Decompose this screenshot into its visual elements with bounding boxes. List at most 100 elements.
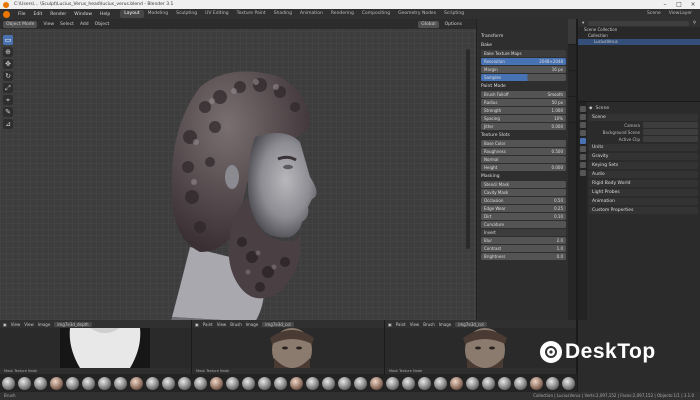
material-tab-icon[interactable] xyxy=(579,170,586,176)
npanel-field[interactable]: Normal xyxy=(481,156,566,163)
viewport-menu-select[interactable]: Select xyxy=(60,22,74,27)
brush-preset-icon[interactable] xyxy=(226,376,239,390)
workspace-tab-animation[interactable]: Animation xyxy=(296,10,327,18)
npanel-field[interactable]: Resolution 2048×2048 xyxy=(481,58,566,65)
viewport-scrollbar[interactable] xyxy=(466,49,470,249)
npanel-field[interactable]: Cavity Mask xyxy=(481,189,566,196)
menu-window[interactable]: Window xyxy=(70,12,96,17)
editor-type-icon[interactable]: ▣ xyxy=(388,322,392,327)
rotate-icon[interactable]: ↻ xyxy=(3,71,13,81)
workspace-tab-geometry-nodes[interactable]: Geometry Nodes xyxy=(394,10,440,18)
view-layer-selector[interactable]: ViewLayer xyxy=(665,10,696,18)
image-editor-1[interactable]: ▣ View View Image img7e3d_depth Mask Tex… xyxy=(0,320,192,374)
sidebar-tab-tool[interactable] xyxy=(568,45,576,71)
tool-tab-icon[interactable] xyxy=(579,106,586,112)
render-tab-icon[interactable] xyxy=(579,114,586,120)
brush-preset-icon[interactable] xyxy=(354,376,367,390)
npanel-field[interactable]: Radius 50 px xyxy=(481,99,566,106)
properties-field-input[interactable] xyxy=(643,136,698,142)
npanel-field[interactable]: Brightness 0.0 xyxy=(481,253,566,260)
npanel-field[interactable]: Roughness 0.500 xyxy=(481,148,566,155)
brush-preset-icon[interactable] xyxy=(146,376,159,390)
npanel-field[interactable]: Invert xyxy=(481,229,566,236)
minimize-button[interactable]: – xyxy=(658,0,672,9)
world-tab-icon[interactable] xyxy=(579,146,586,152)
npanel-section-header[interactable]: Bake xyxy=(481,42,566,49)
brush-preset-icon[interactable] xyxy=(194,376,207,390)
brush-preset-icon[interactable] xyxy=(482,376,495,390)
properties-field-input[interactable] xyxy=(643,122,698,128)
modifier-tab-icon[interactable] xyxy=(579,162,586,168)
properties-section-header[interactable]: Custom Properties xyxy=(589,207,698,214)
brush-preset-icon[interactable] xyxy=(34,376,47,390)
sidebar-tab-item[interactable] xyxy=(568,19,576,45)
image-editor-view-mode[interactable]: Paint xyxy=(203,322,213,327)
npanel-section-header[interactable]: Transform xyxy=(481,33,566,40)
brush-preset-icon[interactable] xyxy=(418,376,431,390)
brush-preset-icon[interactable] xyxy=(466,376,479,390)
3d-viewport[interactable]: Object Mode View Select Add Object Globa… xyxy=(0,19,476,327)
image-editor-menu-image[interactable]: Image xyxy=(246,322,259,327)
brush-preset-icon[interactable] xyxy=(386,376,399,390)
brush-preset-icon[interactable] xyxy=(130,376,143,390)
brush-preset-icon[interactable] xyxy=(50,376,63,390)
image-editor-menu-view[interactable]: View xyxy=(410,322,420,327)
scene-selector[interactable]: Scene xyxy=(643,10,665,18)
view-layer-tab-icon[interactable] xyxy=(579,130,586,136)
image-editor-view-mode[interactable]: Paint xyxy=(396,322,406,327)
npanel-field[interactable]: Contrast 1.0 xyxy=(481,245,566,252)
viewport-options-button[interactable]: Options xyxy=(445,22,462,27)
editor-type-icon[interactable]: ▣ xyxy=(195,322,199,327)
properties-section-header[interactable]: Animation xyxy=(589,198,698,205)
npanel-field[interactable]: Blur 2.0 xyxy=(481,237,566,244)
workspace-tab-uv-editing[interactable]: UV Editing xyxy=(201,10,232,18)
editor-type-icon[interactable]: ▣ xyxy=(3,322,7,327)
brush-preset-icon[interactable] xyxy=(498,376,511,390)
annotate-icon[interactable]: ✎ xyxy=(3,107,13,117)
npanel-field[interactable]: Edge Wear 0.25 xyxy=(481,205,566,212)
brush-preset-icon[interactable] xyxy=(18,376,31,390)
menu-render[interactable]: Render xyxy=(46,12,70,17)
scale-icon[interactable]: ⤢ xyxy=(3,83,13,93)
image-editor-menu-view[interactable]: View xyxy=(217,322,227,327)
brush-preset-icon[interactable] xyxy=(306,376,319,390)
scene-tab-icon[interactable] xyxy=(579,138,586,144)
menu-help[interactable]: Help xyxy=(96,12,114,17)
bust-model[interactable] xyxy=(160,67,340,327)
brush-preset-icon[interactable] xyxy=(258,376,271,390)
properties-section-header[interactable]: Audio xyxy=(589,171,698,178)
workspace-tab-rendering[interactable]: Rendering xyxy=(327,10,358,18)
brush-preset-icon[interactable] xyxy=(322,376,335,390)
outliner-filter-icon[interactable]: ▾ xyxy=(582,21,584,26)
image-editor-menu-image[interactable]: Image xyxy=(38,322,51,327)
object-tab-icon[interactable] xyxy=(579,154,586,160)
properties-section-header[interactable]: Keying Sets xyxy=(589,162,698,169)
brush-preset-icon[interactable] xyxy=(338,376,351,390)
output-tab-icon[interactable] xyxy=(579,122,586,128)
image-editor-menu-brush[interactable]: Brush xyxy=(423,322,435,327)
brush-preset-icon[interactable] xyxy=(530,376,543,390)
transform-icon[interactable]: ⌖ xyxy=(3,95,13,105)
npanel-field[interactable]: Dirt 0.10 xyxy=(481,213,566,220)
brush-preset-icon[interactable] xyxy=(402,376,415,390)
image-name-field[interactable]: img7e3d_col xyxy=(262,321,294,327)
npanel-section-header[interactable]: Texture Slots xyxy=(481,132,566,139)
image-name-field[interactable]: img7e3d_depth xyxy=(54,321,92,327)
select-box-icon[interactable]: ▭ xyxy=(3,35,13,45)
properties-section-header[interactable]: Light Probes xyxy=(589,189,698,196)
brush-preset-icon[interactable] xyxy=(434,376,447,390)
workspace-tab-compositing[interactable]: Compositing xyxy=(358,10,394,18)
npanel-field[interactable]: Curvature xyxy=(481,221,566,228)
workspace-tab-texture-paint[interactable]: Texture Paint xyxy=(233,10,270,18)
sidebar-tab-view[interactable] xyxy=(568,71,576,97)
viewport-menu-add[interactable]: Add xyxy=(80,22,89,27)
brush-preset-icon[interactable] xyxy=(82,376,95,390)
image-editor-menu-brush[interactable]: Brush xyxy=(230,322,242,327)
workspace-tab-sculpting[interactable]: Sculpting xyxy=(172,10,201,18)
properties-section-header[interactable]: Scene xyxy=(589,114,698,121)
outliner-search-input[interactable] xyxy=(588,20,689,26)
npanel-field[interactable]: Height 0.000 xyxy=(481,164,566,171)
npanel-field[interactable]: Bake Texture Maps xyxy=(481,50,566,57)
viewport-menu-object[interactable]: Object xyxy=(95,22,110,27)
npanel-field[interactable]: Brush Falloff Smooth xyxy=(481,91,566,98)
